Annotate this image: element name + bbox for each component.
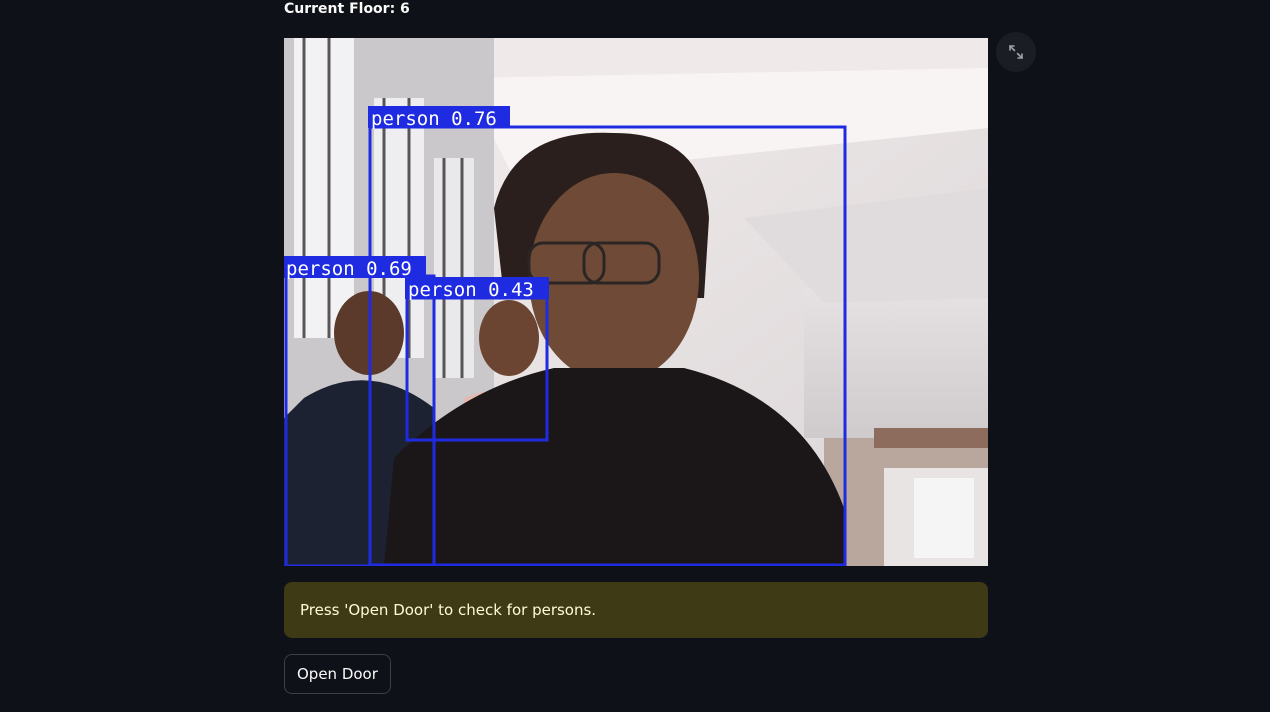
detection-label: person 0.76 <box>371 108 497 130</box>
info-alert: Press 'Open Door' to check for persons. <box>284 582 988 638</box>
current-floor-heading: Current Floor: 6 <box>284 1 410 17</box>
detection-label: person 0.43 <box>408 279 534 301</box>
camera-feed-scene: person 0.76 person 0.69 person 0.43 <box>284 38 988 566</box>
expand-icon <box>1009 45 1023 59</box>
camera-feed-image: person 0.76 person 0.69 person 0.43 <box>284 38 988 566</box>
alert-message: Press 'Open Door' to check for persons. <box>300 601 597 619</box>
open-door-button[interactable]: Open Door <box>284 654 391 694</box>
detection-label: person 0.69 <box>286 258 412 280</box>
fullscreen-button[interactable] <box>996 32 1036 72</box>
app-page: Current Floor: 6 person 0.76 person 0.69… <box>0 0 1270 712</box>
